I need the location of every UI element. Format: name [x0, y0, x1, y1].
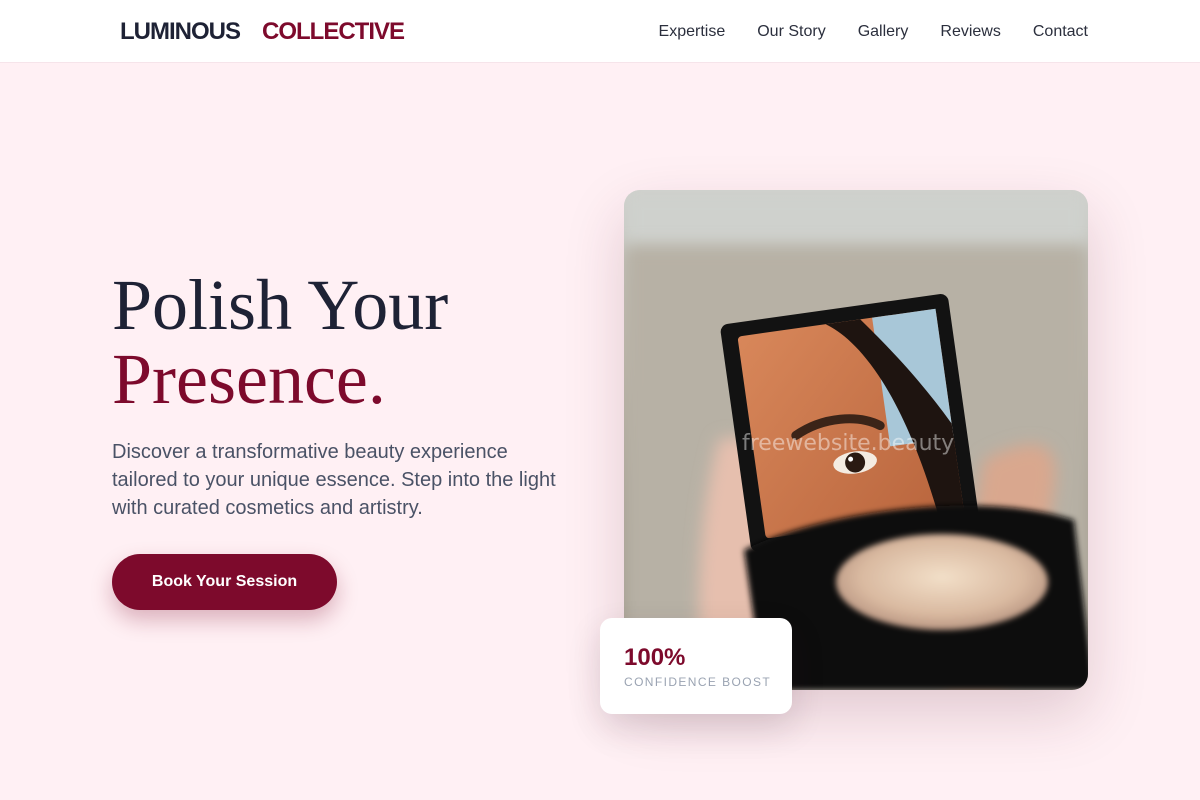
hero-title: Polish Your Presence.	[112, 268, 592, 416]
stat-value: 100%	[624, 644, 686, 671]
nav-link-contact[interactable]: Contact	[1033, 23, 1088, 41]
hero-photo: freewebsite.beauty	[624, 190, 1088, 690]
hero-title-line-2: Presence.	[112, 339, 386, 419]
stat-label: CONFIDENCE BOOST	[624, 675, 772, 689]
nav-link-our-story[interactable]: Our Story	[757, 23, 825, 41]
nav-link-expertise[interactable]: Expertise	[659, 23, 726, 41]
nav-link-gallery[interactable]: Gallery	[858, 23, 909, 41]
site-header: LUMINOUS COLLECTIVE Expertise Our Story …	[0, 0, 1200, 63]
stat-card: 100% CONFIDENCE BOOST	[600, 618, 792, 714]
hero-description: Discover a transformative beauty experie…	[112, 441, 556, 519]
brand-word-collective: COLLECTIVE	[262, 17, 405, 45]
brand-logo[interactable]: LUMINOUS COLLECTIVE	[120, 0, 405, 63]
book-session-button[interactable]: Book Your Session	[112, 554, 337, 610]
hero-title-line-1: Polish Your	[112, 265, 449, 345]
nav-link-reviews[interactable]: Reviews	[940, 23, 1000, 41]
main-nav: Expertise Our Story Gallery Reviews Cont…	[659, 0, 1088, 63]
brand-word-luminous: LUMINOUS	[120, 17, 241, 45]
photo-watermark: freewebsite.beauty	[742, 431, 954, 456]
